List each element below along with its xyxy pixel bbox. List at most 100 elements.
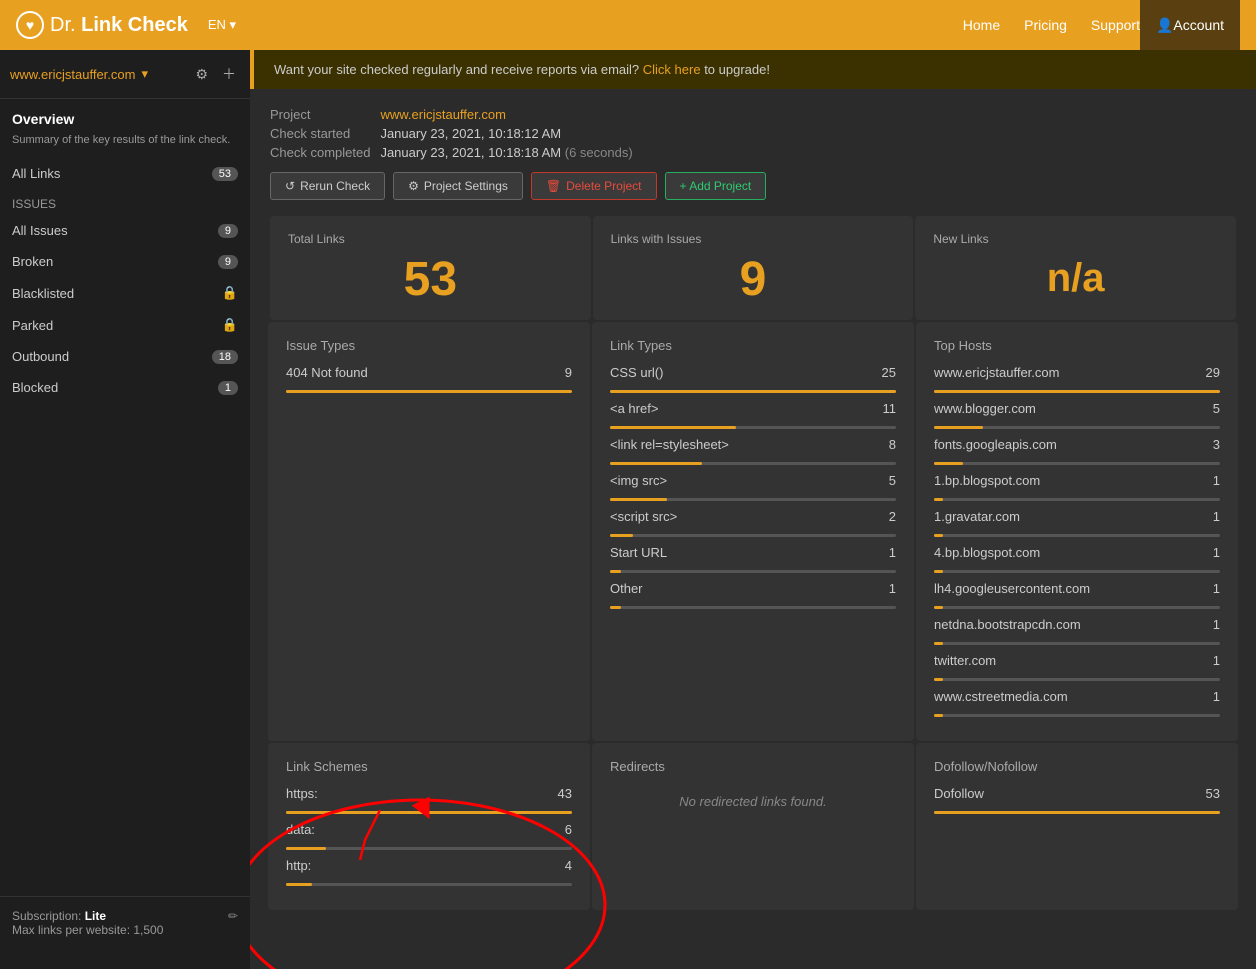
account-icon: 👤 xyxy=(1156,17,1173,34)
support-link[interactable]: Support xyxy=(1091,17,1140,33)
row-count: 1 xyxy=(1213,581,1220,596)
sidebar-item-parked[interactable]: Parked 🔒 xyxy=(0,309,250,341)
data-row-wrapper: 1.bp.blogspot.com1 xyxy=(934,473,1220,501)
home-link[interactable]: Home xyxy=(963,17,1000,33)
data-row-wrapper: <link rel=stylesheet>8 xyxy=(610,437,896,465)
data-row-wrapper: <a href> 11 xyxy=(610,401,896,429)
lock-icon-blacklisted: 🔒 xyxy=(222,285,238,301)
table-row: data:6 xyxy=(286,822,572,837)
completed-val: January 23, 2021, 10:18:18 AM (6 seconds… xyxy=(380,143,642,162)
delete-button[interactable]: 🗑 Delete Project xyxy=(531,172,657,200)
banner-text2: to upgrade! xyxy=(704,62,770,77)
sidebar-item-blocked[interactable]: Blocked 1 xyxy=(0,372,250,403)
data-row-wrapper: netdna.bootstrapcdn.com1 xyxy=(934,617,1220,645)
table-row: <img src>5 xyxy=(610,473,896,488)
bar-container xyxy=(286,390,572,393)
new-links-card: New Links n/a xyxy=(915,216,1236,320)
table-row: <script src>2 xyxy=(610,509,896,524)
sidebar-footer: Subscription: Lite ✏ Max links per websi… xyxy=(0,896,250,949)
sidebar-item-broken[interactable]: Broken 9 xyxy=(0,246,250,277)
settings-button[interactable]: ⚙ Project Settings xyxy=(393,172,523,200)
chevron-down-icon[interactable]: ▾ xyxy=(141,66,185,82)
row-count: 3 xyxy=(1213,437,1220,452)
banner-text: Want your site checked regularly and rec… xyxy=(274,62,639,77)
add-project-button[interactable]: + Add Project xyxy=(665,172,767,200)
redirects-card: Redirects No redirected links found. xyxy=(592,743,914,910)
table-row: http:4 xyxy=(286,858,572,873)
data-row-wrapper: 404 Not found9 xyxy=(286,365,572,393)
upgrade-link[interactable]: Click here xyxy=(643,62,701,77)
data-row-wrapper: www.cstreetmedia.com1 xyxy=(934,689,1220,717)
table-row: netdna.bootstrapcdn.com1 xyxy=(934,617,1220,632)
issue-types-title: Issue Types xyxy=(286,338,572,353)
project-url[interactable]: www.ericjstauffer.com xyxy=(380,107,505,122)
trash-icon: 🗑 xyxy=(546,179,561,193)
table-row: 404 Not found9 xyxy=(286,365,572,380)
bar-container xyxy=(610,498,896,501)
add-site-icon[interactable]: ＋ xyxy=(218,62,240,86)
row-label: twitter.com xyxy=(934,653,1205,668)
table-row: Dofollow53 xyxy=(934,786,1220,801)
data-row-wrapper: Start URL1 xyxy=(610,545,896,573)
project-info: Project www.ericjstauffer.com Check star… xyxy=(250,89,1256,172)
row-label: www.blogger.com xyxy=(934,401,1205,416)
bar-fill xyxy=(934,498,943,501)
table-row: www.ericjstauffer.com29 xyxy=(934,365,1220,380)
redirects-title: Redirects xyxy=(610,759,896,774)
overview-label[interactable]: Overview xyxy=(0,99,250,131)
table-row: 4.bp.blogspot.com1 xyxy=(934,545,1220,560)
layout: www.ericjstauffer.com ▾ ⚙ ＋ Overview Sum… xyxy=(0,50,1256,969)
table-row: www.cstreetmedia.com1 xyxy=(934,689,1220,704)
row-label: 4.bp.blogspot.com xyxy=(934,545,1205,560)
project-table: Project www.ericjstauffer.com Check star… xyxy=(270,105,643,162)
row-label: <a href> xyxy=(610,401,875,416)
pencil-icon[interactable]: ✏ xyxy=(228,909,238,923)
link-schemes-card: Link Schemes https:43data:6http:4 xyxy=(268,743,590,910)
row-count: 43 xyxy=(558,786,572,801)
row-count: 5 xyxy=(1213,401,1220,416)
bar-fill xyxy=(610,606,621,609)
sidebar-item-allissues[interactable]: All Issues 9 xyxy=(0,215,250,246)
row-count: 1 xyxy=(889,581,896,596)
site-label: www.ericjstauffer.com xyxy=(10,67,135,82)
row-count: 5 xyxy=(889,473,896,488)
total-links-title: Total Links xyxy=(288,232,573,246)
bar-fill xyxy=(934,811,1220,814)
all-issues-badge: 9 xyxy=(218,224,238,238)
bar-fill xyxy=(610,462,702,465)
bar-container xyxy=(610,570,896,573)
logo[interactable]: ♥ Dr. Link Check xyxy=(16,11,188,39)
account-menu[interactable]: 👤 Account xyxy=(1140,0,1240,50)
bar-container xyxy=(610,426,896,429)
sidebar-item-blacklisted[interactable]: Blacklisted 🔒 xyxy=(0,277,250,309)
lang-selector[interactable]: EN ▾ xyxy=(208,17,236,33)
broken-label: Broken xyxy=(12,254,218,269)
bar-fill xyxy=(934,714,943,717)
pricing-link[interactable]: Pricing xyxy=(1024,17,1067,33)
bar-fill xyxy=(934,570,943,573)
parked-label: Parked xyxy=(12,318,222,333)
site-selector[interactable]: www.ericjstauffer.com ▾ ⚙ ＋ xyxy=(0,50,250,99)
rerun-icon: ↺ xyxy=(285,179,295,193)
row-label: netdna.bootstrapcdn.com xyxy=(934,617,1205,632)
issue-types-card: Issue Types 404 Not found9 xyxy=(268,322,590,741)
data-row-wrapper: www.ericjstauffer.com29 xyxy=(934,365,1220,393)
bar-container xyxy=(934,642,1220,645)
blocked-label: Blocked xyxy=(12,380,218,395)
row-count: 11 xyxy=(883,401,897,416)
row-label: lh4.googleusercontent.com xyxy=(934,581,1205,596)
action-buttons: ↺ Rerun Check ⚙ Project Settings 🗑 Delet… xyxy=(250,172,1256,216)
rerun-button[interactable]: ↺ Rerun Check xyxy=(270,172,385,200)
data-row-wrapper: www.blogger.com 5 xyxy=(934,401,1220,429)
bar-fill xyxy=(934,390,1220,393)
bar-fill xyxy=(934,426,983,429)
main-wrapper: Want your site checked regularly and rec… xyxy=(250,50,1256,969)
sidebar-item-alllinks[interactable]: All Links 53 xyxy=(0,158,250,189)
bar-container xyxy=(610,462,896,465)
sidebar-item-outbound[interactable]: Outbound 18 xyxy=(0,341,250,372)
bar-fill xyxy=(286,847,326,850)
subscription-label: Subscription: xyxy=(12,909,81,923)
table-row: Start URL1 xyxy=(610,545,896,560)
settings-icon[interactable]: ⚙ xyxy=(191,64,212,85)
data-row-wrapper: data:6 xyxy=(286,822,572,850)
